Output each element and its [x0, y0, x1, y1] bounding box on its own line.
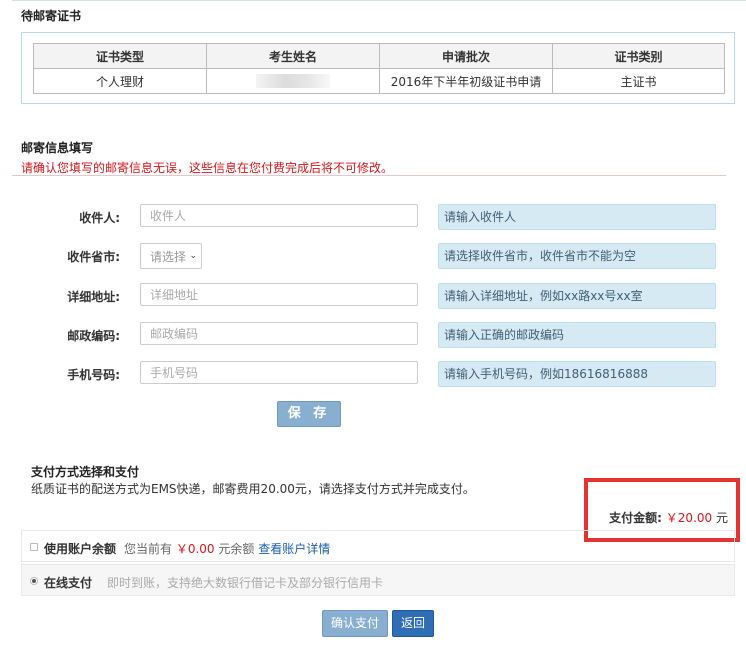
certificate-panel: 证书类型 考生姓名 申请批次 证书类别 个人理财 2016年下半年初级证书申请 … [21, 32, 735, 104]
phone-input[interactable] [140, 361, 418, 384]
pending-title: 待邮寄证书 [21, 9, 82, 23]
province-hint: 请选择收件省市，收件省市不能为空 [438, 243, 716, 269]
col-cert-type: 证书类型 [33, 43, 207, 69]
address-hint: 请输入详细地址，例如xx路xx号xx室 [438, 283, 716, 309]
balance-prefix: 您当前有 [124, 542, 173, 556]
table-row: 个人理财 2016年下半年初级证书申请 主证书 [33, 68, 725, 94]
payment-description: 纸质证书的配送方式为EMS快递，邮寄费用20.00元，请选择支付方式并完成支付。 [31, 482, 475, 496]
postcode-label: 邮政编码: [67, 329, 120, 343]
province-select[interactable]: 请选择 ⌄ [140, 243, 202, 269]
amount-label: 支付金额: [609, 511, 662, 525]
phone-label: 手机号码: [67, 368, 120, 382]
online-description: 即时到账，支持绝大数银行借记卡及部分银行信用卡 [107, 576, 384, 590]
address-input[interactable] [140, 283, 418, 306]
recipient-row: 收件人: 请输入收件人 [0, 204, 746, 230]
province-label: 收件省市: [67, 250, 120, 264]
cell-category: 主证书 [552, 68, 725, 94]
postcode-row: 邮政编码: 请输入正确的邮政编码 [0, 322, 746, 348]
province-row: 收件省市: 请选择 ⌄ 请选择收件省市，收件省市不能为空 [0, 243, 746, 269]
save-button[interactable]: 保 存 [277, 401, 341, 427]
postcode-hint: 请输入正确的邮政编码 [438, 322, 716, 348]
account-details-link[interactable]: 查看账户详情 [258, 542, 330, 556]
balance-label: 使用账户余额 [44, 542, 117, 556]
chevron-down-icon: ⌄ [189, 251, 197, 261]
amount-value: ￥20.00 [665, 511, 713, 525]
balance-value: ￥0.00 [175, 542, 215, 556]
recipient-label: 收件人: [79, 211, 120, 225]
balance-info: 您当前有 ￥0.00 元余额 查看账户详情 [124, 540, 330, 557]
mail-title: 邮寄信息填写 [21, 141, 94, 155]
online-label: 在线支付 [44, 576, 93, 590]
phone-row: 手机号码: 请输入手机号码，例如18616816888 [0, 361, 746, 387]
phone-hint: 请输入手机号码，例如18616816888 [438, 361, 716, 387]
mail-divider [12, 175, 726, 176]
confirm-pay-button[interactable]: 确认支付 [322, 610, 388, 637]
mail-warning: 请确认您填写的邮寄信息无误，这些信息在您付费完成后将不可修改。 [21, 161, 394, 175]
balance-option[interactable]: 使用账户余额 您当前有 ￥0.00 元余额 查看账户详情 [21, 530, 735, 562]
province-select-value: 请选择 [150, 249, 187, 264]
col-examinee: 考生姓名 [206, 43, 380, 69]
online-radio[interactable] [30, 577, 38, 585]
recipient-hint: 请输入收件人 [438, 204, 716, 230]
cell-examinee [206, 68, 380, 94]
payment-title: 支付方式选择和支付 [31, 465, 140, 479]
col-batch: 申请批次 [379, 43, 553, 69]
top-divider [12, 0, 746, 1]
amount-unit: 元 [715, 511, 728, 525]
table-header-row: 证书类型 考生姓名 申请批次 证书类别 [33, 43, 725, 69]
redacted-name [256, 74, 330, 89]
balance-suffix: 元余额 [218, 542, 255, 556]
cell-cert-type: 个人理财 [33, 68, 207, 94]
back-button[interactable]: 返回 [392, 610, 434, 637]
cell-batch: 2016年下半年初级证书申请 [379, 68, 553, 94]
address-label: 详细地址: [67, 290, 120, 304]
recipient-input[interactable] [140, 204, 418, 227]
balance-checkbox[interactable] [30, 543, 38, 551]
address-row: 详细地址: 请输入详细地址，例如xx路xx号xx室 [0, 283, 746, 309]
certificate-table: 证书类型 考生姓名 申请批次 证书类别 个人理财 2016年下半年初级证书申请 … [33, 43, 725, 94]
postcode-input[interactable] [140, 322, 418, 345]
col-category: 证书类别 [552, 43, 725, 69]
payment-amount: 支付金额: ￥20.00 元 [609, 509, 728, 526]
online-option[interactable]: 在线支付 即时到账，支持绝大数银行借记卡及部分银行信用卡 [21, 564, 735, 596]
